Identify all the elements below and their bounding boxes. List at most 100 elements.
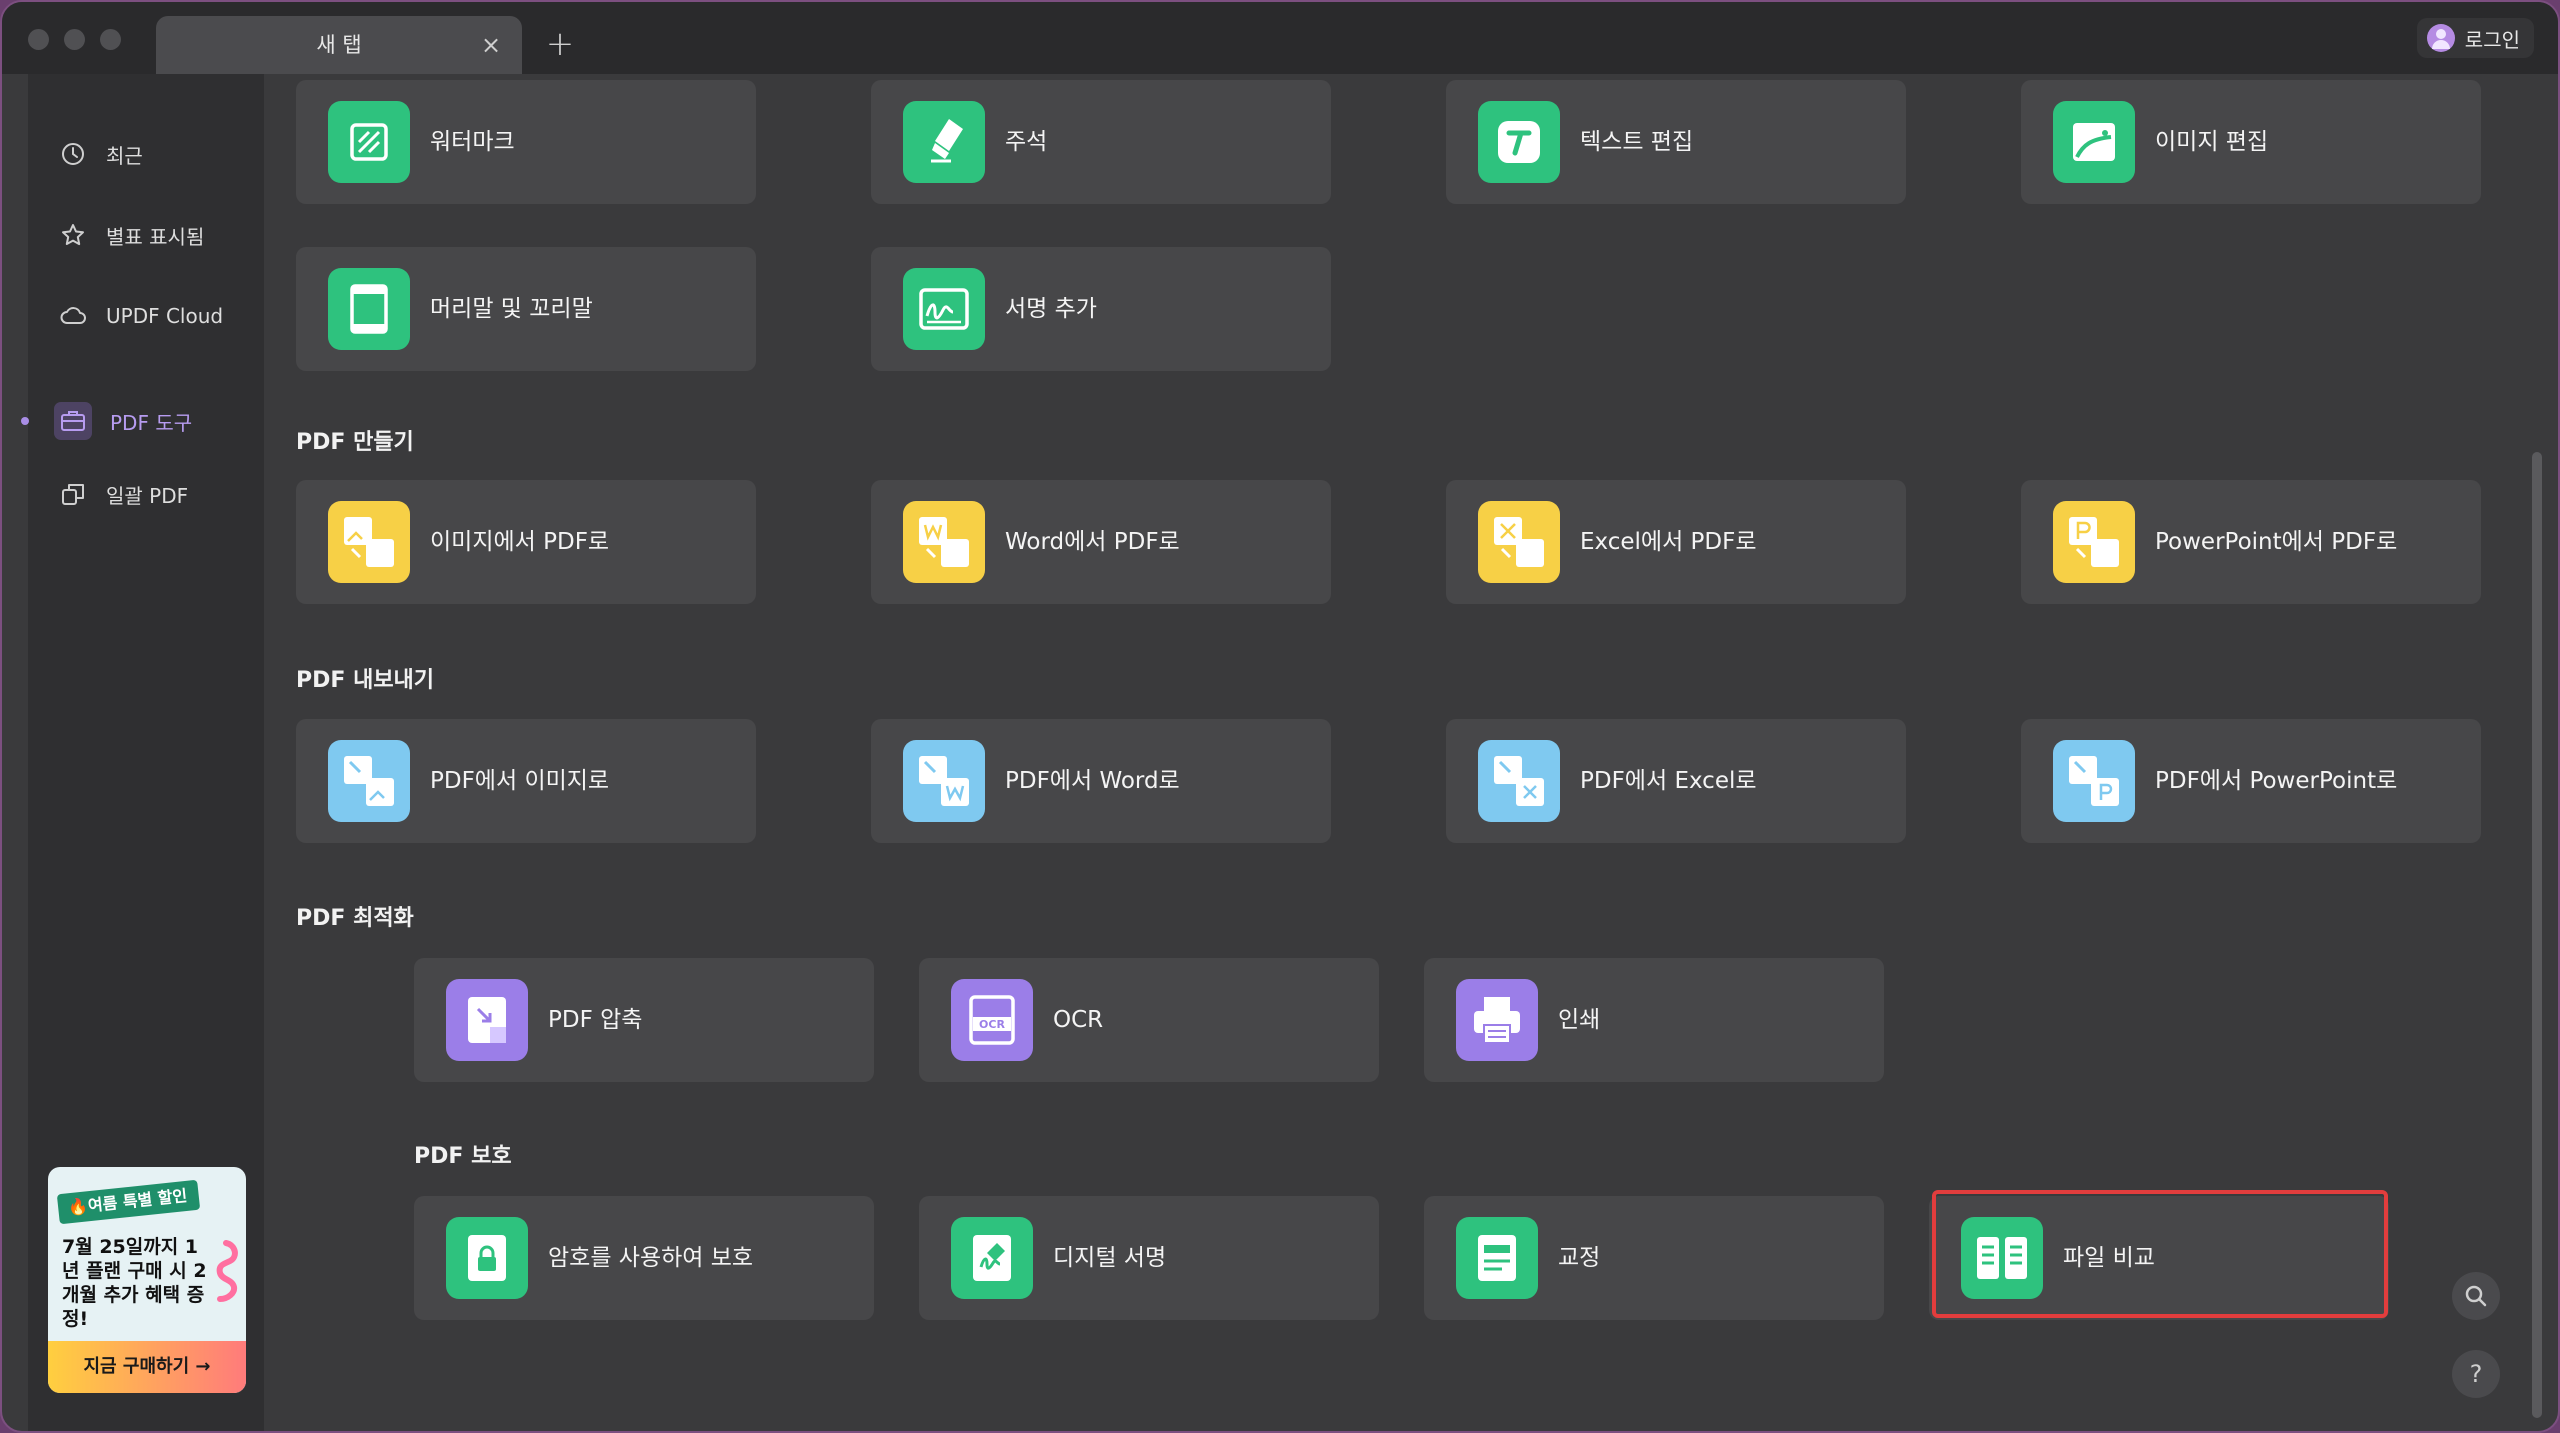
ocr-icon: OCR (951, 979, 1033, 1061)
image-to-pdf-icon (328, 501, 410, 583)
tool-label: PDF에서 이미지로 (430, 768, 610, 794)
redact-icon (1456, 1217, 1538, 1299)
app-window: 새 탭 × + 로그인 최근 별표 표시됨 UPDF Cloud PDF 도구 … (0, 0, 2560, 1433)
tool-label: PDF 압축 (548, 1007, 643, 1033)
zoom-window-button[interactable] (100, 29, 121, 50)
lock-icon (446, 1217, 528, 1299)
tool-label: 디지털 서명 (1053, 1245, 1167, 1271)
tab-title: 새 탭 (316, 33, 362, 57)
search-button[interactable] (2452, 1272, 2500, 1320)
powerpoint-to-pdf-icon (2053, 501, 2135, 583)
tool-digital-signature[interactable]: 디지털 서명 (919, 1196, 1379, 1320)
tool-label: PDF에서 Excel로 (1580, 768, 1757, 794)
sidebar-item-label: 최근 (106, 143, 143, 168)
tool-password-protect[interactable]: 암호를 사용하여 보호 (414, 1196, 874, 1320)
tool-text-edit[interactable]: 텍스트 편집 (1446, 80, 1906, 204)
tool-compress[interactable]: PDF 압축 (414, 958, 874, 1082)
search-icon (2465, 1285, 2487, 1307)
watermark-icon (328, 101, 410, 183)
section-title-create: PDF 만들기 (296, 430, 414, 455)
pdf-to-word-icon (903, 740, 985, 822)
tool-add-signature[interactable]: 서명 추가 (871, 247, 1331, 371)
login-button[interactable]: 로그인 (2416, 18, 2534, 58)
tool-label: PDF에서 PowerPoint로 (2155, 768, 2398, 794)
sidebar-item-starred[interactable]: 별표 표시됨 (58, 211, 258, 259)
tool-ocr[interactable]: OCR OCR (919, 958, 1379, 1082)
printer-icon (1456, 979, 1538, 1061)
pdf-to-powerpoint-icon (2053, 740, 2135, 822)
avatar-icon (2426, 24, 2455, 52)
tool-label: 이미지 편집 (2155, 129, 2269, 155)
briefcase-icon (54, 402, 92, 440)
tool-excel-to-pdf[interactable]: Excel에서 PDF로 (1446, 480, 1906, 604)
excel-to-pdf-icon (1478, 501, 1560, 583)
scrollbar-thumb[interactable] (2532, 452, 2542, 1418)
tool-header-footer[interactable]: 머리말 및 꼬리말 (296, 247, 756, 371)
word-to-pdf-icon (903, 501, 985, 583)
flamingo-icon (216, 1240, 238, 1302)
signature-icon (903, 268, 985, 350)
question-icon: ? (2469, 1360, 2483, 1388)
sidebar-item-pdf-tools[interactable]: PDF 도구 (54, 397, 258, 445)
promo-text: 7월 25일까지 1년 플랜 구매 시 2개월 추가 혜택 증정! (62, 1236, 207, 1330)
pdf-to-excel-icon (1478, 740, 1560, 822)
minimize-window-button[interactable] (64, 29, 85, 50)
cloud-icon (58, 301, 88, 331)
tool-pdf-to-excel[interactable]: PDF에서 Excel로 (1446, 719, 1906, 843)
tool-label: 머리말 및 꼬리말 (430, 296, 593, 322)
tool-label: PowerPoint에서 PDF로 (2155, 529, 2398, 555)
compress-icon (446, 979, 528, 1061)
tool-label: 워터마크 (430, 129, 515, 155)
tool-annotate[interactable]: 주석 (871, 80, 1331, 204)
help-button[interactable]: ? (2452, 1350, 2500, 1398)
tool-word-to-pdf[interactable]: Word에서 PDF로 (871, 480, 1331, 604)
sidebar-item-label: PDF 도구 (110, 410, 193, 435)
tool-image-to-pdf[interactable]: 이미지에서 PDF로 (296, 480, 756, 604)
tool-label: 서명 추가 (1005, 296, 1097, 322)
tab-new[interactable]: 새 탭 × (156, 16, 522, 74)
tool-watermark[interactable]: 워터마크 (296, 80, 756, 204)
title-bar: 새 탭 × + 로그인 (2, 2, 2558, 74)
section-title-protect: PDF 보호 (414, 1144, 512, 1169)
section-title-export: PDF 내보내기 (296, 668, 435, 693)
new-tab-button[interactable]: + (540, 24, 580, 64)
tool-redact[interactable]: 교정 (1424, 1196, 1884, 1320)
pdf-to-image-icon (328, 740, 410, 822)
sidebar-item-cloud[interactable]: UPDF Cloud (58, 292, 258, 340)
sidebar-item-label: 별표 표시됨 (106, 224, 205, 249)
sidebar-item-batch-pdf[interactable]: 일괄 PDF (58, 470, 258, 518)
tool-image-edit[interactable]: 이미지 편집 (2021, 80, 2481, 204)
tool-label: 인쇄 (1558, 1007, 1601, 1033)
tab-close-icon[interactable]: × (474, 28, 508, 62)
digital-signature-icon (951, 1217, 1033, 1299)
tool-pdf-to-word[interactable]: PDF에서 Word로 (871, 719, 1331, 843)
tool-label: PDF에서 Word로 (1005, 768, 1180, 794)
image-edit-icon (2053, 101, 2135, 183)
tool-powerpoint-to-pdf[interactable]: PowerPoint에서 PDF로 (2021, 480, 2481, 604)
tool-label: Word에서 PDF로 (1005, 529, 1180, 555)
batch-icon (58, 479, 88, 509)
tool-label: 교정 (1558, 1245, 1601, 1271)
tool-label: 암호를 사용하여 보호 (548, 1245, 754, 1271)
text-edit-icon (1478, 101, 1560, 183)
pdf-tools-panel: 워터마크 주석 텍스트 편집 이미지 편집 머리말 및 꼬리말 서명 추가 PD… (264, 74, 2514, 1431)
tool-pdf-to-image[interactable]: PDF에서 이미지로 (296, 719, 756, 843)
buy-now-button[interactable]: 지금 구매하기 → (48, 1341, 246, 1393)
tool-pdf-to-powerpoint[interactable]: PDF에서 PowerPoint로 (2021, 719, 2481, 843)
login-label: 로그인 (2464, 27, 2520, 52)
promo-badge: 🔥여름 특별 할인 (56, 1179, 201, 1225)
tool-print[interactable]: 인쇄 (1424, 958, 1884, 1082)
tool-label: Excel에서 PDF로 (1580, 529, 1757, 555)
sidebar-item-recent[interactable]: 최근 (58, 130, 258, 178)
active-indicator (21, 417, 29, 425)
tool-label: OCR (1053, 1007, 1104, 1033)
promo-banner[interactable]: 🔥여름 특별 할인 7월 25일까지 1년 플랜 구매 시 2개월 추가 혜택 … (48, 1167, 246, 1393)
tool-label: 주석 (1005, 129, 1048, 155)
tool-label: 텍스트 편집 (1580, 129, 1694, 155)
highlight-outline (1932, 1190, 2388, 1318)
sidebar-item-label: 일괄 PDF (106, 483, 189, 508)
header-footer-icon (328, 268, 410, 350)
close-window-button[interactable] (28, 29, 49, 50)
tool-label: 이미지에서 PDF로 (430, 529, 610, 555)
clock-icon (58, 139, 88, 169)
